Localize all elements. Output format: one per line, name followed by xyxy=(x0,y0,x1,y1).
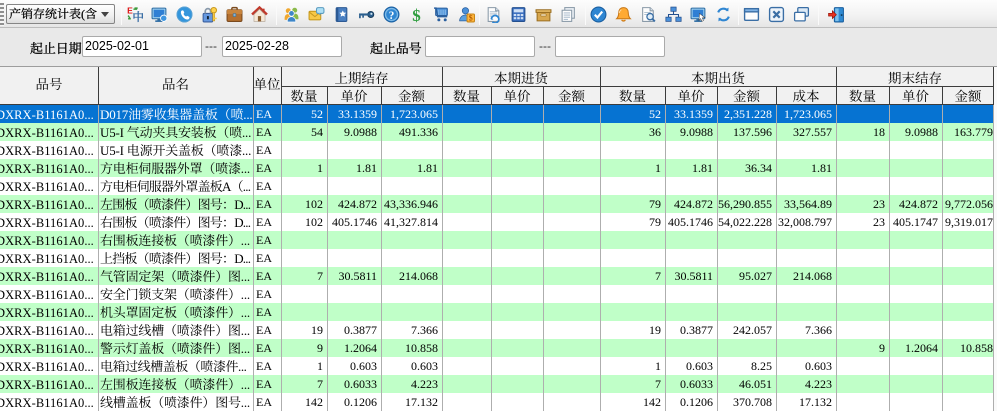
svg-text:$: $ xyxy=(469,13,473,22)
svg-text:$: $ xyxy=(412,6,421,23)
svg-text:?: ? xyxy=(389,10,395,22)
svg-text:中: 中 xyxy=(132,9,143,23)
